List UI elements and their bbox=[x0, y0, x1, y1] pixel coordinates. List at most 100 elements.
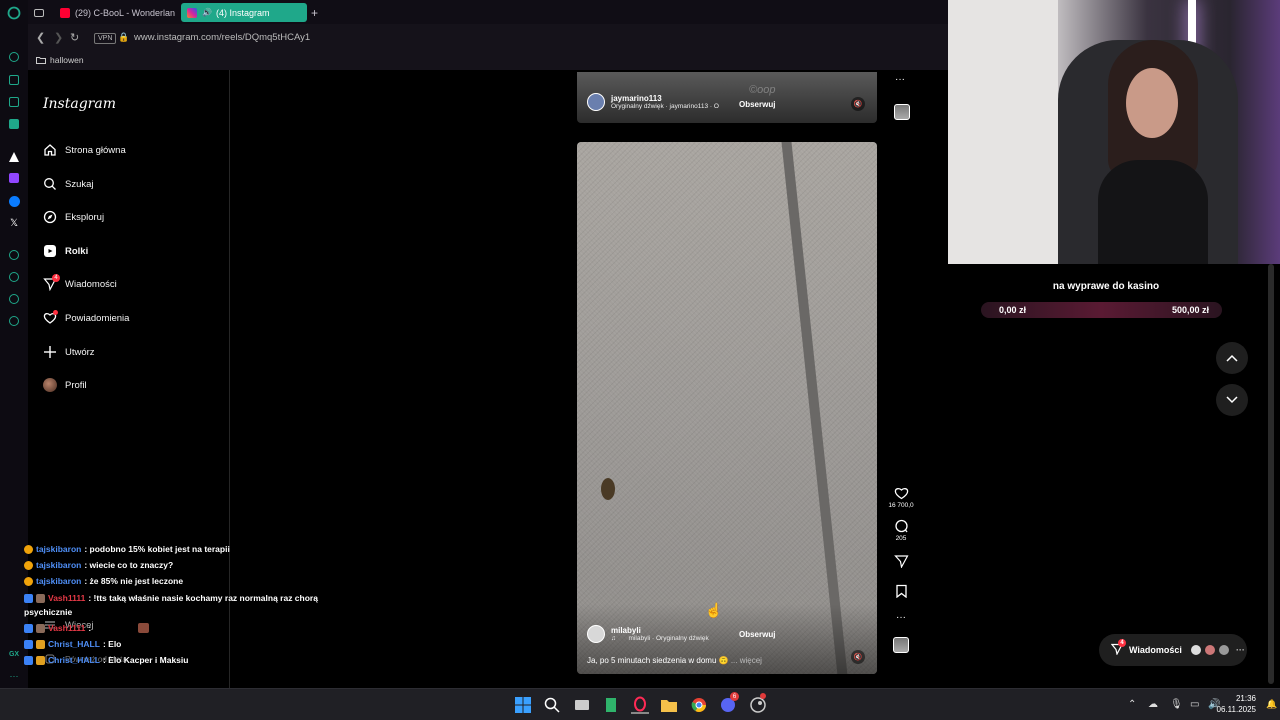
more-dots-icon[interactable]: ··· bbox=[6, 668, 22, 684]
mute-icon[interactable]: 🔇 bbox=[851, 650, 865, 664]
x-twitter-icon[interactable]: 𝕏 bbox=[6, 215, 22, 231]
follow-button[interactable]: Obserwuj bbox=[739, 630, 775, 639]
avatar bbox=[43, 378, 57, 392]
gx-player-icon[interactable] bbox=[6, 94, 22, 110]
nav-explore[interactable]: Eksploruj bbox=[43, 210, 104, 224]
steam-icon[interactable] bbox=[749, 693, 767, 714]
bookmarks-bar: hallowen bbox=[28, 52, 948, 70]
home-icon bbox=[43, 143, 57, 157]
chevron-up-icon[interactable]: ⌃ bbox=[1128, 699, 1136, 710]
tab-youtube[interactable]: (29) C-BooL - Wonderlan bbox=[54, 3, 200, 22]
back-button[interactable]: ❮ bbox=[36, 31, 45, 44]
page-scrollbar[interactable] bbox=[1268, 264, 1274, 684]
audio-thumbnail[interactable] bbox=[893, 637, 909, 653]
aria-icon[interactable] bbox=[6, 149, 22, 165]
nav-search[interactable]: Szukaj bbox=[43, 177, 94, 191]
badge-icon bbox=[24, 655, 33, 665]
emoji-icon: 🙃 bbox=[718, 656, 731, 665]
task-view-icon[interactable] bbox=[573, 696, 591, 714]
opera-gx-taskbar-icon[interactable] bbox=[631, 696, 649, 714]
opera-gx-logo-icon[interactable] bbox=[6, 5, 22, 21]
tab-instagram[interactable]: 🔊 (4) Instagram bbox=[181, 3, 307, 22]
next-reel-button[interactable] bbox=[1216, 384, 1248, 416]
instagram-logo[interactable]: Instagram bbox=[43, 96, 116, 112]
nav-messages[interactable]: 4 Wiadomości bbox=[43, 274, 117, 291]
chevron-up-icon bbox=[1226, 354, 1238, 362]
badge-icon bbox=[24, 544, 33, 554]
avatar bbox=[587, 625, 605, 643]
emote-icon bbox=[138, 623, 150, 633]
nav-notifications[interactable]: Powiadomienia bbox=[43, 310, 129, 325]
audio-thumbnail[interactable] bbox=[894, 104, 910, 120]
gx-corner-icon[interactable] bbox=[6, 72, 22, 88]
gx-label-icon[interactable]: GX bbox=[6, 646, 22, 662]
reel-current[interactable]: milabyli ♫ milabyli · Oryginalny dźwięk … bbox=[577, 142, 877, 674]
settings-gear-icon[interactable] bbox=[6, 313, 22, 329]
notification-bell-icon[interactable]: 🔔 bbox=[1266, 699, 1277, 710]
caption-more-link[interactable]: ... więcej bbox=[731, 656, 762, 665]
reel-previous[interactable]: ©oop jaymarino113 Oryginalny dźwięk · ja… bbox=[577, 72, 877, 123]
badge-icon bbox=[24, 593, 33, 603]
reel-caption[interactable]: Ja, po 5 minutach siedzenia w domu 🙃 ...… bbox=[587, 656, 762, 665]
badge-icon bbox=[24, 639, 33, 649]
reel-audio[interactable]: Oryginalny dźwięk · jaymarino113 · O bbox=[611, 103, 719, 110]
more-options-icon[interactable]: ··· bbox=[895, 74, 905, 85]
messenger-sidebar-icon[interactable] bbox=[6, 193, 22, 209]
like-button[interactable]: 16 700,0 bbox=[886, 486, 916, 509]
new-tab-button[interactable]: + bbox=[308, 3, 324, 22]
bookmark-folder[interactable]: hallowen bbox=[36, 55, 84, 65]
webcam-overlay bbox=[948, 0, 1280, 264]
reel-audio[interactable]: ♫ milabyli · Oryginalny dźwięk bbox=[611, 635, 709, 642]
twitch-icon[interactable] bbox=[6, 170, 22, 186]
search-icon bbox=[43, 177, 57, 191]
discord-icon[interactable]: 6 bbox=[719, 692, 739, 714]
reload-button[interactable]: ↻ bbox=[70, 31, 79, 44]
cloud-icon[interactable]: ☁ bbox=[1148, 699, 1158, 710]
gx-m-icon[interactable] bbox=[6, 116, 22, 132]
reels-icon bbox=[43, 244, 57, 258]
microphone-icon[interactable]: 🎙 bbox=[1170, 699, 1183, 710]
reel-author[interactable]: milabyli ♫ milabyli · Oryginalny dźwięk bbox=[587, 625, 709, 643]
forward-button[interactable]: ❯ bbox=[54, 31, 63, 44]
comment-button[interactable]: 205 bbox=[886, 519, 916, 542]
history-icon[interactable] bbox=[6, 269, 22, 285]
messages-badge: 4 bbox=[52, 274, 60, 282]
share-button[interactable] bbox=[886, 554, 916, 568]
reel-subject bbox=[601, 478, 615, 500]
app-icon[interactable] bbox=[602, 696, 620, 714]
mute-icon[interactable]: 🔇 bbox=[851, 97, 865, 111]
more-options-icon[interactable]: ··· bbox=[886, 612, 916, 623]
search-icon[interactable] bbox=[543, 696, 561, 714]
file-explorer-icon[interactable] bbox=[660, 696, 678, 714]
extensions-icon[interactable] bbox=[6, 291, 22, 307]
windows-start-icon[interactable] bbox=[514, 696, 532, 714]
url-field[interactable]: www.instagram.com/reels/DQmq5tHCAy1 bbox=[134, 32, 310, 43]
goal-current: 0,00 zł bbox=[999, 305, 1027, 315]
tab-overview-icon[interactable] bbox=[34, 3, 48, 22]
badge-icon bbox=[24, 560, 33, 570]
nav-home[interactable]: Strona główna bbox=[43, 143, 126, 157]
display-icon[interactable]: ▭ bbox=[1190, 699, 1199, 710]
nav-profile[interactable]: Profil bbox=[43, 378, 87, 392]
lock-icon: 🔒 bbox=[118, 32, 130, 42]
chrome-icon[interactable] bbox=[690, 696, 708, 714]
clock[interactable]: 21:36 06.11.2025 bbox=[1217, 693, 1256, 715]
save-button[interactable] bbox=[886, 584, 916, 598]
messages-floating-button[interactable]: 4 Wiadomości ··· bbox=[1099, 634, 1247, 666]
speaker-icon: 🔊 bbox=[202, 8, 212, 17]
donation-goal-title: na wyprawe do kasino bbox=[1052, 281, 1160, 292]
nav-create[interactable]: Utwórz bbox=[43, 345, 95, 359]
avatar bbox=[1203, 644, 1216, 656]
messenger-icon: 4 bbox=[1110, 639, 1126, 657]
chat-message: Vash1111: bbox=[24, 623, 150, 633]
nav-reels[interactable]: Rolki bbox=[43, 244, 88, 258]
player-icon[interactable] bbox=[6, 247, 22, 263]
messages-badge: 4 bbox=[1118, 639, 1126, 647]
vpn-badge[interactable]: VPN bbox=[94, 33, 117, 44]
reel-previous-author[interactable]: jaymarino113 Oryginalny dźwięk · jaymari… bbox=[587, 93, 719, 111]
gx-control-icon[interactable] bbox=[6, 49, 22, 65]
chat-message: Christ_HALL: Elo bbox=[24, 639, 121, 649]
previous-reel-button[interactable] bbox=[1216, 342, 1248, 374]
follow-button[interactable]: Obserwuj bbox=[739, 100, 775, 109]
heart-icon bbox=[894, 488, 908, 500]
